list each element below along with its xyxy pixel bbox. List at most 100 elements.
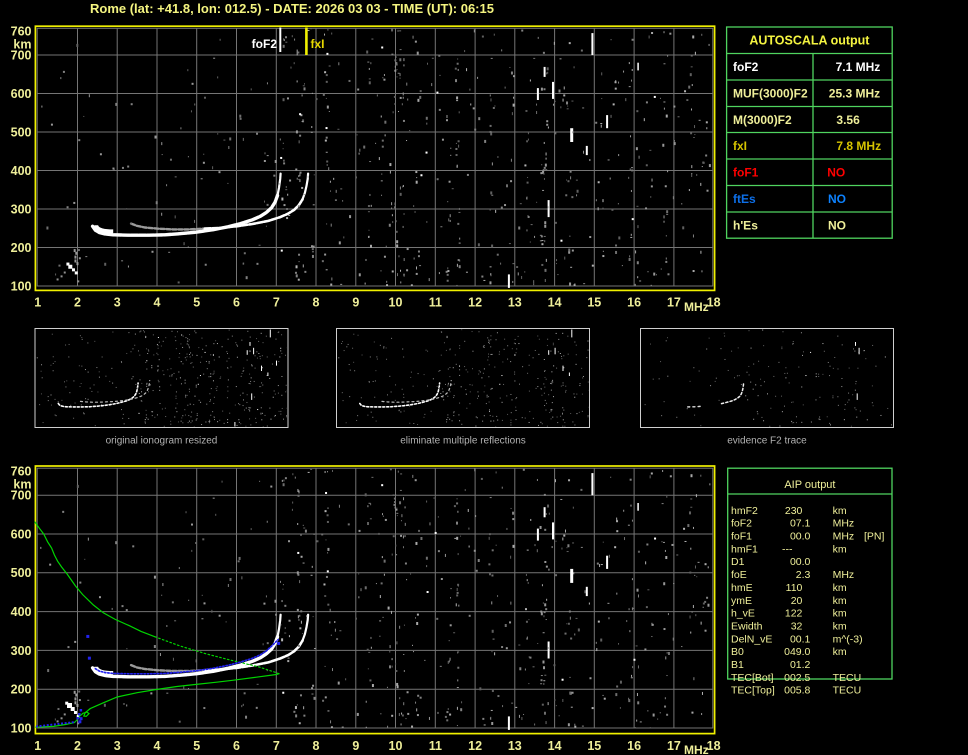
- svg-text:ymE: ymE: [731, 595, 752, 607]
- svg-text:00.0: 00.0: [790, 556, 811, 568]
- svg-text:16: 16: [627, 296, 641, 310]
- svg-text:MHz: MHz: [833, 531, 855, 543]
- svg-text:hmE: hmE: [731, 582, 753, 594]
- svg-text:5: 5: [193, 296, 200, 310]
- svg-text:2.3: 2.3: [796, 569, 811, 581]
- svg-text:m^(-3): m^(-3): [833, 633, 863, 645]
- svg-text:300: 300: [11, 644, 32, 658]
- svg-text:12: 12: [468, 739, 482, 753]
- svg-text:km: km: [833, 595, 847, 607]
- svg-text:13: 13: [508, 739, 522, 753]
- svg-text:122: 122: [785, 608, 803, 620]
- svg-text:B1: B1: [731, 659, 744, 671]
- svg-text:2: 2: [74, 296, 81, 310]
- svg-text:14: 14: [548, 296, 562, 310]
- svg-text:14: 14: [548, 739, 562, 753]
- svg-text:TECU: TECU: [833, 672, 862, 684]
- svg-text:300: 300: [11, 202, 32, 216]
- svg-text:600: 600: [11, 87, 32, 101]
- svg-text:20: 20: [791, 595, 803, 607]
- svg-text:4: 4: [154, 739, 161, 753]
- svg-text:foF2: foF2: [733, 60, 759, 74]
- svg-text:5: 5: [193, 739, 200, 753]
- svg-text:1: 1: [34, 739, 41, 753]
- svg-text:M(3000)F2: M(3000)F2: [733, 113, 792, 127]
- svg-text:evidence F2 trace: evidence F2 trace: [727, 435, 807, 446]
- svg-text:hmF2: hmF2: [731, 505, 758, 517]
- svg-text:NO: NO: [828, 218, 846, 232]
- svg-text:100: 100: [11, 279, 32, 293]
- svg-text:11: 11: [429, 296, 442, 310]
- svg-text:4: 4: [154, 296, 161, 310]
- svg-text:h'Es: h'Es: [733, 218, 758, 232]
- svg-text:3: 3: [114, 296, 121, 310]
- svg-text:---: ---: [782, 543, 793, 555]
- svg-text:1: 1: [34, 296, 41, 310]
- svg-text:200: 200: [11, 241, 32, 255]
- svg-text:9: 9: [352, 739, 359, 753]
- svg-text:500: 500: [11, 125, 32, 139]
- svg-text:km: km: [833, 620, 847, 632]
- svg-text:002.5: 002.5: [784, 672, 810, 684]
- svg-text:MHz: MHz: [684, 743, 709, 755]
- svg-text:hmF1: hmF1: [731, 543, 758, 555]
- svg-text:km: km: [833, 646, 847, 658]
- svg-text:B0: B0: [731, 646, 744, 658]
- svg-text:07.1: 07.1: [790, 518, 811, 530]
- svg-text:3: 3: [114, 739, 121, 753]
- svg-text:100: 100: [11, 721, 32, 735]
- svg-text:12: 12: [468, 296, 482, 310]
- svg-text:18: 18: [707, 739, 721, 753]
- svg-text:11: 11: [429, 739, 442, 753]
- svg-text:DelN_vE: DelN_vE: [731, 633, 772, 645]
- svg-text:230: 230: [785, 505, 803, 517]
- svg-text:500: 500: [11, 566, 32, 580]
- svg-text:7: 7: [273, 296, 280, 310]
- svg-text:25.3 MHz: 25.3 MHz: [829, 87, 880, 101]
- svg-text:32: 32: [791, 620, 803, 632]
- svg-text:17: 17: [667, 296, 681, 310]
- svg-text:TECU: TECU: [833, 685, 862, 697]
- svg-text:NO: NO: [827, 166, 845, 180]
- svg-text:foF1: foF1: [731, 531, 752, 543]
- svg-text:foF1: foF1: [733, 166, 759, 180]
- svg-text:[PN]: [PN]: [864, 531, 885, 543]
- svg-text:8: 8: [313, 296, 320, 310]
- svg-text:km: km: [833, 505, 847, 517]
- svg-text:foF2: foF2: [252, 37, 278, 51]
- svg-text:15: 15: [587, 296, 601, 310]
- svg-text:700: 700: [11, 489, 32, 503]
- svg-text:049.0: 049.0: [784, 646, 810, 658]
- svg-text:3.56: 3.56: [836, 113, 860, 127]
- svg-text:TEC[Bot]: TEC[Bot]: [731, 672, 774, 684]
- svg-text:h_vE: h_vE: [731, 608, 755, 620]
- svg-text:MHz: MHz: [684, 300, 709, 314]
- svg-text:ftEs: ftEs: [733, 192, 756, 206]
- svg-text:17: 17: [667, 739, 681, 753]
- svg-text:110: 110: [786, 582, 803, 594]
- svg-text:km: km: [833, 543, 847, 555]
- svg-text:10: 10: [389, 739, 403, 753]
- svg-text:15: 15: [587, 739, 601, 753]
- svg-text:005.8: 005.8: [784, 685, 810, 697]
- svg-text:8: 8: [313, 739, 320, 753]
- svg-text:7: 7: [273, 739, 280, 753]
- svg-text:9: 9: [352, 296, 359, 310]
- svg-text:700: 700: [11, 48, 32, 62]
- svg-text:foE: foE: [731, 569, 747, 581]
- svg-text:fxI: fxI: [733, 139, 747, 153]
- svg-text:13: 13: [508, 296, 522, 310]
- svg-text:10: 10: [389, 296, 403, 310]
- svg-text:00.0: 00.0: [790, 531, 811, 543]
- svg-text:AUTOSCALA output: AUTOSCALA output: [749, 34, 870, 48]
- svg-text:16: 16: [627, 739, 641, 753]
- svg-text:400: 400: [11, 164, 32, 178]
- svg-text:MHz: MHz: [833, 569, 855, 581]
- svg-text:7.1 MHz: 7.1 MHz: [836, 60, 881, 74]
- svg-text:760: 760: [11, 24, 32, 38]
- svg-text:01.2: 01.2: [790, 659, 811, 671]
- svg-text:6: 6: [233, 739, 240, 753]
- svg-text:fxI: fxI: [311, 37, 325, 51]
- svg-text:760: 760: [11, 464, 32, 478]
- svg-text:6: 6: [233, 296, 240, 310]
